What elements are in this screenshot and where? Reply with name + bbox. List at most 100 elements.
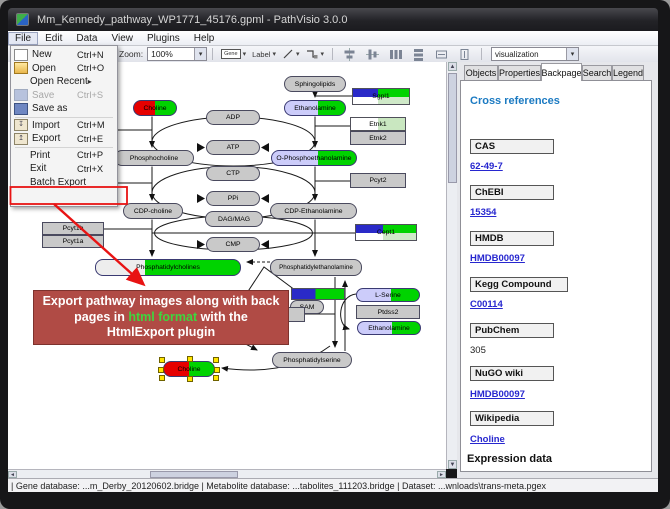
node-cmp[interactable]: CMP bbox=[206, 237, 260, 252]
menu-item-print[interactable]: Print Ctrl+P bbox=[11, 149, 117, 163]
menu-separator bbox=[15, 147, 113, 148]
tab-objects[interactable]: Objects bbox=[464, 65, 498, 80]
scrollbar-thumb[interactable] bbox=[448, 73, 457, 183]
match-height-icon[interactable] bbox=[457, 48, 472, 61]
node-l-serine[interactable]: L-Serine bbox=[356, 288, 420, 302]
gene-tool-button[interactable]: Gene ▾ bbox=[221, 49, 246, 59]
menu-item-open-recent[interactable]: Open Recent ▸ bbox=[11, 75, 117, 89]
align-center-icon[interactable] bbox=[342, 48, 357, 61]
menu-item-export[interactable]: ↥ Export Ctrl+E bbox=[11, 132, 117, 146]
distribute-horizontal-icon[interactable] bbox=[388, 48, 403, 61]
gene-pcyt1b[interactable]: Pcyt1b bbox=[42, 222, 104, 235]
xref-link-nugo[interactable]: HMDB00097 bbox=[470, 389, 525, 400]
node-phosphatidylethanolamine[interactable]: Phosphatidylethanolamine bbox=[270, 259, 362, 276]
node-ppi[interactable]: PPi bbox=[206, 191, 260, 206]
node-phosphatidylserine[interactable]: Phosphatidylserine bbox=[272, 352, 352, 368]
selection-handle[interactable] bbox=[214, 367, 220, 373]
xref-link-wikipedia[interactable]: Choline bbox=[470, 434, 505, 445]
gene-pcyt2[interactable]: Pcyt2 bbox=[350, 173, 406, 188]
label-tool-text: Label bbox=[252, 50, 270, 59]
selection-handle[interactable] bbox=[158, 367, 164, 373]
gene-etnk1[interactable]: Etnk1 bbox=[350, 117, 406, 131]
menu-data[interactable]: Data bbox=[69, 32, 104, 45]
xref-link-kegg[interactable]: C00114 bbox=[470, 299, 503, 310]
node-phosphatidylcholines[interactable]: Phosphatidylcholines bbox=[95, 259, 241, 276]
title-bar[interactable]: Mm_Kennedy_pathway_WP1771_45176.gpml - P… bbox=[8, 8, 658, 31]
distribute-vertical-icon[interactable] bbox=[411, 48, 426, 61]
chevron-down-icon[interactable]: ▾ bbox=[194, 48, 206, 60]
selection-handle[interactable] bbox=[187, 356, 193, 362]
tab-backpage[interactable]: Backpage bbox=[541, 63, 582, 81]
xref-value-pubchem: 305 bbox=[470, 345, 486, 356]
node-ethanolamine[interactable]: Ethanolamine bbox=[284, 100, 346, 116]
node-adp[interactable]: ADP bbox=[206, 110, 260, 125]
gene-box-partially-hidden[interactable] bbox=[291, 288, 345, 300]
cross-references-heading: Cross references bbox=[470, 95, 560, 107]
node-choline[interactable]: Choline bbox=[133, 100, 177, 116]
gene-cept1[interactable]: Cept1 bbox=[355, 224, 417, 241]
menu-edit[interactable]: Edit bbox=[38, 32, 69, 45]
zoom-combobox[interactable]: 100% ▾ bbox=[147, 47, 207, 61]
visualization-value: visualization bbox=[492, 50, 566, 59]
selection-handle[interactable] bbox=[213, 357, 219, 363]
gene-pcyt1a[interactable]: Pcyt1a bbox=[42, 235, 104, 248]
backpage-content: Cross references CAS 62-49-7 ChEBI 15354… bbox=[460, 80, 652, 472]
tab-legend[interactable]: Legend bbox=[612, 65, 644, 80]
save-icon bbox=[14, 89, 28, 101]
xref-link-chebi[interactable]: 15354 bbox=[470, 207, 496, 218]
node-ctp[interactable]: CTP bbox=[206, 166, 260, 181]
tab-search[interactable]: Search bbox=[582, 65, 612, 80]
scroll-down-icon[interactable]: ▼ bbox=[448, 460, 457, 469]
align-middle-icon[interactable] bbox=[365, 48, 380, 61]
node-dag-mag[interactable]: DAG/MAG bbox=[205, 211, 263, 227]
open-folder-icon bbox=[14, 62, 28, 74]
connector-icon bbox=[305, 48, 318, 60]
visualization-combobox[interactable]: visualization ▾ bbox=[491, 47, 579, 61]
chevron-down-icon[interactable]: ▾ bbox=[296, 50, 300, 58]
menu-item-exit[interactable]: Exit Ctrl+X bbox=[11, 162, 117, 176]
gene-sgpl1[interactable]: Sgpl1 bbox=[352, 88, 410, 105]
selection-handle[interactable] bbox=[213, 375, 219, 381]
node-cdp-choline[interactable]: CDP-choline bbox=[123, 203, 183, 219]
menu-file[interactable]: File bbox=[8, 32, 38, 45]
chevron-down-icon[interactable]: ▾ bbox=[566, 48, 578, 60]
node-cdp-ethanolamine[interactable]: CDP-Ethanolamine bbox=[270, 203, 357, 219]
menu-item-new[interactable]: New Ctrl+N bbox=[11, 48, 117, 62]
label-tool-button[interactable]: Label ▾ bbox=[252, 50, 276, 59]
menu-item-batch-export[interactable]: Batch Export bbox=[11, 176, 117, 190]
menu-item-save-as[interactable]: Save as bbox=[11, 102, 117, 116]
node-choline-selected[interactable]: Choline bbox=[163, 361, 215, 377]
chevron-down-icon[interactable]: ▾ bbox=[272, 50, 276, 58]
selection-handle[interactable] bbox=[187, 376, 193, 382]
selection-handle[interactable] bbox=[159, 357, 165, 363]
menu-plugins[interactable]: Plugins bbox=[140, 32, 187, 45]
xref-link-hmdb[interactable]: HMDB00097 bbox=[470, 253, 525, 264]
line-tool-button[interactable]: ▾ bbox=[282, 48, 300, 60]
xref-header-cas: CAS bbox=[470, 139, 554, 154]
tab-properties[interactable]: Properties bbox=[498, 65, 541, 80]
scroll-up-icon[interactable]: ▲ bbox=[448, 62, 457, 71]
selection-handle[interactable] bbox=[159, 375, 165, 381]
node-ethanolamine-bottom[interactable]: Ethanolamine bbox=[357, 321, 421, 335]
menu-item-save[interactable]: Save Ctrl+S bbox=[11, 89, 117, 103]
scrollbar-thumb[interactable] bbox=[150, 471, 238, 478]
xref-link-cas[interactable]: 62-49-7 bbox=[470, 161, 503, 172]
menu-item-open[interactable]: Open Ctrl+O bbox=[11, 62, 117, 76]
node-atp[interactable]: ATP bbox=[206, 140, 260, 155]
scroll-right-icon[interactable]: ► bbox=[437, 471, 446, 478]
gene-etnk2[interactable]: Etnk2 bbox=[350, 131, 406, 145]
menu-item-import[interactable]: ↧ Import Ctrl+M bbox=[11, 119, 117, 133]
gene-ptdss2[interactable]: Ptdss2 bbox=[356, 305, 420, 319]
chevron-down-icon[interactable]: ▾ bbox=[243, 50, 247, 58]
node-o-phosphoethanolamine[interactable]: O-Phosphoethanolamine bbox=[271, 150, 357, 166]
menu-view[interactable]: View bbox=[104, 32, 140, 45]
match-width-icon[interactable] bbox=[434, 48, 449, 61]
chevron-down-icon[interactable]: ▾ bbox=[320, 50, 324, 58]
xref-header-chebi: ChEBI bbox=[470, 185, 554, 200]
node-sphingolipids[interactable]: Sphingolipids bbox=[284, 76, 346, 92]
menu-separator bbox=[15, 117, 113, 118]
node-phosphocholine[interactable]: Phosphocholine bbox=[114, 150, 194, 166]
scroll-left-icon[interactable]: ◄ bbox=[8, 471, 17, 478]
menu-help[interactable]: Help bbox=[187, 32, 222, 45]
connector-tool-button[interactable]: ▾ bbox=[305, 48, 324, 60]
